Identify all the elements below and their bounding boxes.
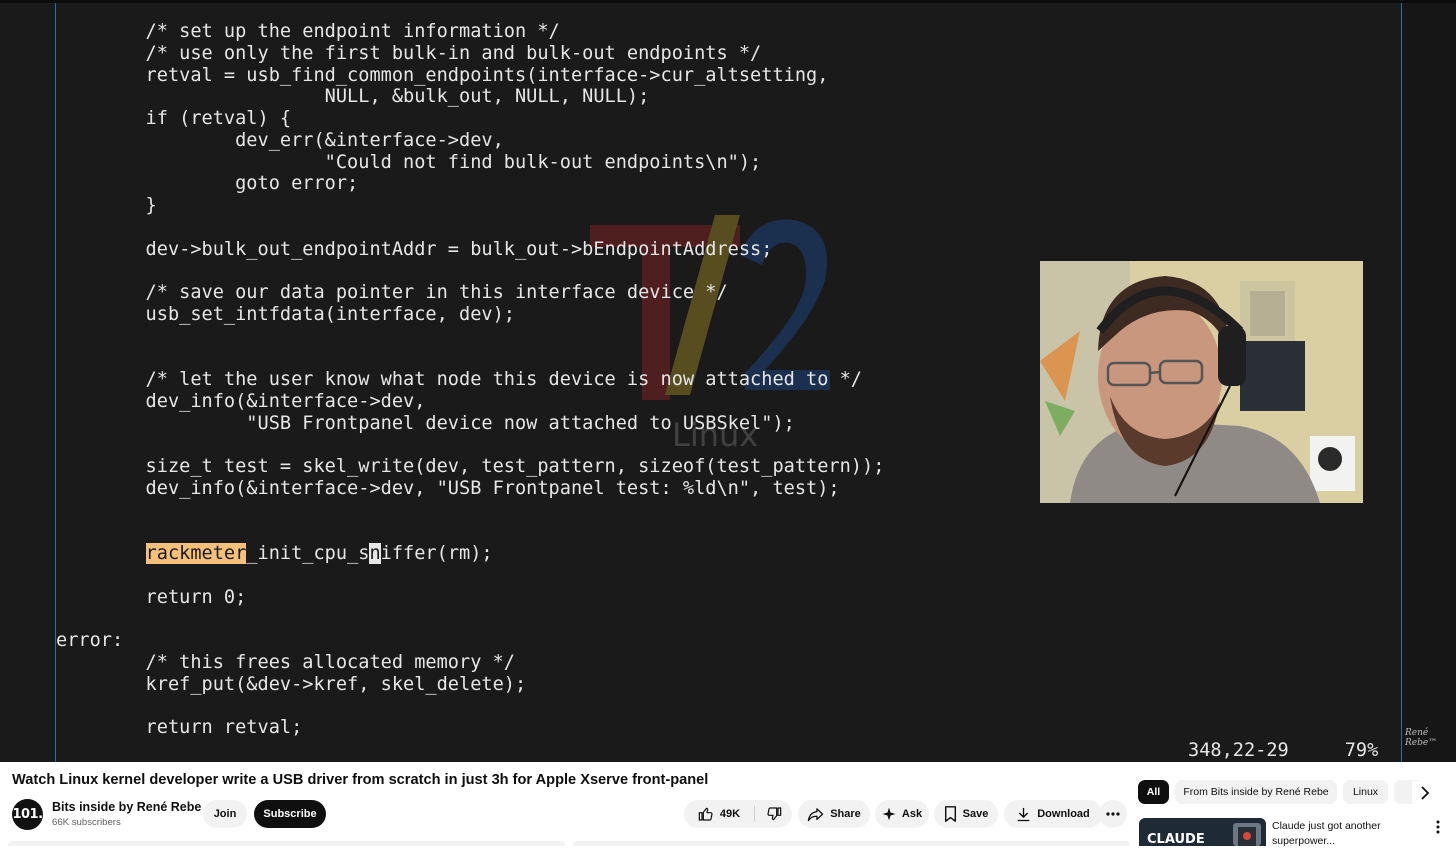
recommendation-thumbnail[interactable]: CLAUDE (1139, 818, 1266, 846)
code-line: /* set up the endpoint information */ (56, 21, 560, 42)
code-line: kref_put(&dev->kref, skel_delete); (56, 673, 527, 695)
code-line: } (56, 195, 157, 216)
code-line: if (retval) { (56, 108, 292, 129)
save-label: Save (962, 808, 989, 820)
like-dislike-group: 49K (684, 800, 792, 828)
comments-box-edge (573, 841, 1130, 846)
download-icon (1017, 807, 1030, 821)
code-line: size_t test = skel_write(dev, test_patte… (56, 456, 885, 477)
more-horizontal-icon (1106, 812, 1120, 816)
code-line: retval = usb_find_common_endpoints(inter… (56, 64, 829, 86)
code-line: /* use only the first bulk-in and bulk-o… (56, 42, 762, 64)
channel-avatar[interactable]: 101. (12, 799, 43, 830)
video-player[interactable]: Linux /* set up the endpoint information… (0, 0, 1456, 762)
file-percent: 79% (1344, 740, 1379, 761)
more-vertical-icon (1436, 820, 1440, 834)
chevron-right-icon (1421, 786, 1430, 800)
share-label: Share (830, 808, 861, 820)
presenter-image (1040, 261, 1363, 503)
recommendation-title[interactable]: Claude just got another superpower... (1272, 819, 1422, 849)
channel-name[interactable]: Bits inside by René Rebe (52, 800, 201, 814)
download-label: Download (1037, 808, 1090, 820)
subscriber-count: 66K subscribers (52, 817, 121, 828)
thumbnail-graphic-icon (1233, 823, 1261, 846)
filter-chips: All From Bits inside by René Rebe Linux (1138, 780, 1456, 804)
code-line: goto error; (56, 173, 359, 195)
subscribe-label: Subscribe (263, 808, 317, 820)
chip-linux[interactable]: Linux (1343, 780, 1388, 804)
chip-channel[interactable]: From Bits inside by René Rebe (1175, 780, 1337, 804)
dislike-button[interactable] (755, 800, 792, 828)
like-count: 49K (719, 808, 741, 820)
bookmark-icon (944, 806, 956, 822)
editor-status-line: 348,22-29 79% (1188, 740, 1378, 761)
share-arrow-icon (807, 807, 824, 821)
code-line: /* save our data pointer in this interfa… (56, 282, 728, 303)
code-line: dev_info(&interface->dev, (56, 390, 426, 412)
code-line: usb_set_intfdata(interface, dev); (56, 303, 515, 325)
chip-all[interactable]: All (1138, 780, 1169, 804)
editor-split-line-right (1401, 3, 1402, 762)
code-editor: /* set up the endpoint information */ /*… (56, 21, 884, 739)
channel-action-row: 101. Bits inside by René Rebe 66K subscr… (12, 799, 1127, 831)
sparkle-icon (882, 807, 896, 821)
thumbnail-text: CLAUDE (1147, 832, 1205, 846)
code-line: NULL, &bulk_out, NULL, NULL); (56, 86, 650, 108)
save-button[interactable]: Save (934, 800, 998, 828)
code-line: return 0; (56, 586, 247, 608)
code-line: dev_info(&interface->dev, "USB Frontpane… (56, 477, 840, 499)
code-line: dev->bulk_out_endpointAddr = bulk_out->b… (56, 238, 773, 260)
share-button[interactable]: Share (798, 800, 870, 828)
ask-label: Ask (901, 808, 923, 820)
signature-watermark: René Rebe™ (1405, 728, 1438, 748)
webcam-overlay (1040, 261, 1363, 503)
code-line: /* this frees allocated memory */ (56, 651, 515, 673)
code-line: error: (56, 630, 124, 651)
code-line: "Could not find bulk-out endpoints\n"); (56, 151, 762, 173)
thumbs-down-icon (766, 807, 781, 821)
thumbs-up-icon (698, 807, 713, 821)
join-button[interactable]: Join (203, 800, 247, 828)
download-button[interactable]: Download (1004, 800, 1102, 828)
cursor-position: 348,22-29 (1188, 740, 1289, 761)
recommendation-menu-button[interactable] (1430, 818, 1446, 836)
editor-right-gutter (1402, 3, 1456, 762)
subscribe-button[interactable]: Subscribe (254, 800, 326, 828)
video-title: Watch Linux kernel developer write a USB… (12, 772, 709, 788)
ask-button[interactable]: Ask (875, 800, 929, 828)
text-cursor: n (369, 543, 381, 564)
join-label: Join (213, 808, 237, 820)
search-highlight: rackmeter (145, 543, 247, 564)
chips-next-button[interactable] (1412, 781, 1438, 805)
description-box-edge (8, 841, 565, 846)
code-line: /* let the user know what node this devi… (56, 369, 862, 390)
more-actions-button[interactable] (1099, 800, 1127, 828)
code-line: rackmeter_init_cpu_sniffer(rm); (145, 543, 493, 564)
video-top-edge (0, 0, 1456, 3)
code-line: "USB Frontpanel device now attached to U… (56, 412, 795, 434)
code-line: return retval; (56, 717, 303, 738)
like-button[interactable]: 49K (684, 800, 754, 828)
code-line: dev_err(&interface->dev, (56, 129, 504, 151)
